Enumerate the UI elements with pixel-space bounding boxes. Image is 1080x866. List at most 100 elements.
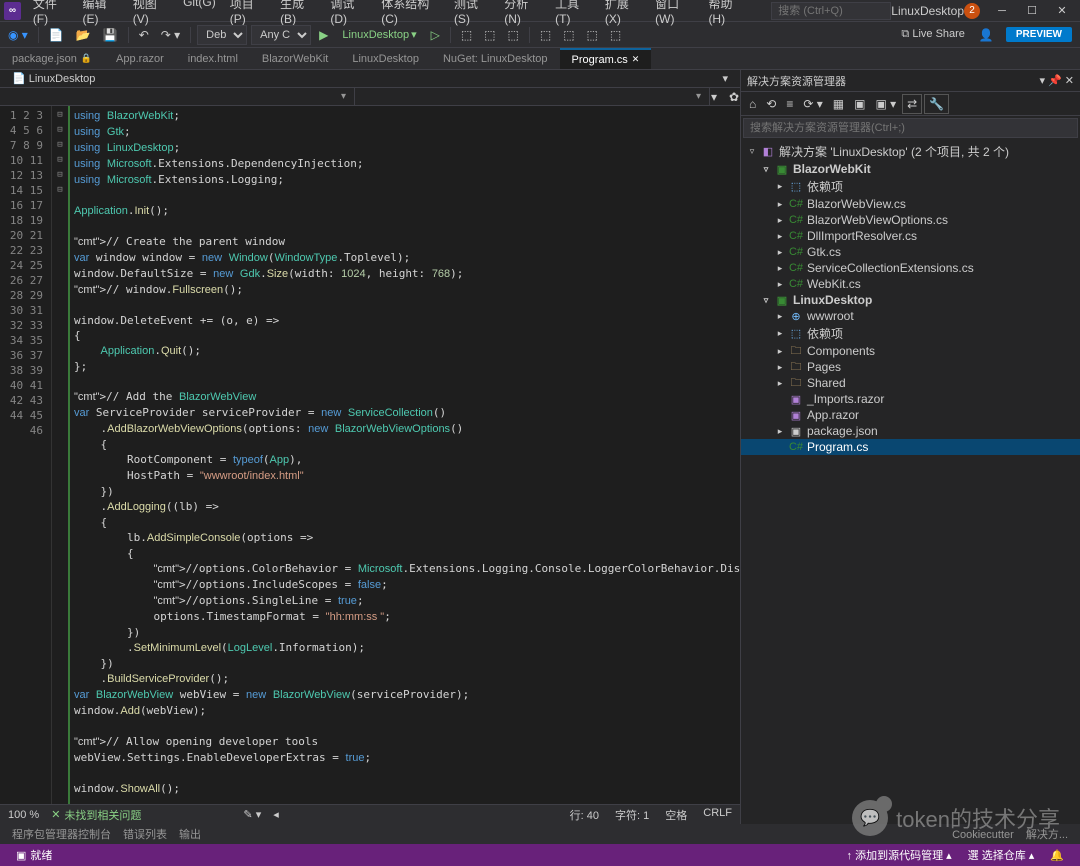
tool-icon[interactable]: ⬚ [457,26,476,44]
fold-margin[interactable]: ⊟ ⊟ ⊟ ⊟ ⊟ ⊟ [52,106,68,804]
tree-item[interactable]: ▸⬚依赖项 [741,324,1080,343]
tree-item[interactable]: ▿▣LinuxDesktop [741,292,1080,308]
preview-button[interactable]: PREVIEW [1006,27,1072,42]
run-icon[interactable]: ▶ [315,26,332,44]
tree-item[interactable]: ▸⬚依赖项 [741,177,1080,196]
tree-item[interactable]: ▸C#ServiceCollectionExtensions.cs [741,260,1080,276]
bottom-tab[interactable]: 解决方... [1020,828,1074,842]
tree-item[interactable]: ▸C#Gtk.cs [741,244,1080,260]
redo-icon[interactable]: ↷ ▾ [157,26,184,44]
menu-item[interactable]: 窗口(W) [649,0,700,28]
notifications-icon[interactable]: 🔔 [1042,847,1072,863]
run-button[interactable]: LinuxDesktop ▾ [336,26,422,43]
split-icon[interactable]: ▾ [707,88,721,106]
menu-item[interactable]: 帮助(H) [702,0,751,28]
menu-item[interactable]: 视图(V) [127,0,175,28]
open-icon[interactable]: 📂 [72,26,95,44]
editor-tabs: package.json 🔒App.razorindex.htmlBlazorW… [0,48,1080,70]
tree-item[interactable]: ▸C#BlazorWebView.cs [741,196,1080,212]
tree-item[interactable]: ▸C#WebKit.cs [741,276,1080,292]
tree-item[interactable]: ▣_Imports.razor [741,391,1080,407]
notification-badge[interactable]: 2 [964,3,980,19]
repo-select-button[interactable]: 選 选择仓库 ▴ [960,847,1043,863]
tree-item[interactable]: ▸⊕wwwroot [741,308,1080,324]
menu-item[interactable]: 扩展(X) [599,0,647,28]
nav-member-select[interactable]: ▾ [355,88,710,105]
editor-tab[interactable]: Program.cs ✕ [560,48,652,69]
tool-icon[interactable]: ⬚ [583,26,602,44]
tree-item[interactable]: ▸C#DllImportResolver.cs [741,228,1080,244]
menu-item[interactable]: 调试(D) [324,0,373,28]
tool-icon[interactable]: ⬚ [559,26,578,44]
whitespace-mode[interactable]: 空格 [665,807,687,823]
eol-mode[interactable]: CRLF [703,807,732,823]
cursor-line[interactable]: 行: 40 [570,807,599,823]
cursor-col[interactable]: 字符: 1 [615,807,649,823]
undo-icon[interactable]: ↶ [135,26,153,44]
tree-item[interactable]: ▿▣BlazorWebKit [741,161,1080,177]
back-button[interactable]: ◉ ▾ [4,26,32,44]
code-editor[interactable]: using BlazorWebKit; using Gtk; using Lin… [68,106,740,804]
tree-item[interactable]: ▸▣package.json [741,423,1080,439]
tree-item[interactable]: ▸C#BlazorWebViewOptions.cs [741,212,1080,228]
bottom-tab[interactable]: Cookiecutter [946,828,1020,842]
bottom-tab[interactable]: 程序包管理器控制台 [6,828,117,842]
nav-scope-select[interactable]: ▾ [0,88,355,105]
platform-select[interactable]: Any CPU [251,25,311,45]
editor-tab[interactable]: LinuxDesktop [340,48,431,69]
refresh-icon[interactable]: ⟳ ▾ [799,95,826,113]
collapse-icon[interactable]: ≡ [782,95,797,113]
showall-icon[interactable]: ▦ [829,95,848,113]
menu-item[interactable]: 工具(T) [549,0,597,28]
tree-item[interactable]: ▸🗀Shared [741,375,1080,391]
bottom-tab[interactable]: 错误列表 [117,828,173,842]
maximize-button[interactable]: ☐ [1018,2,1046,20]
sync-icon[interactable]: ⟲ [762,95,780,113]
menu-item[interactable]: 测试(S) [448,0,496,28]
tool-icon[interactable]: ▣ [850,95,869,113]
zoom-level[interactable]: 100 % [8,809,39,821]
project-subtab[interactable]: 📄 LinuxDesktop [6,71,101,86]
wrench-icon[interactable]: 🔧 [924,94,949,114]
user-icon[interactable]: 👤 [975,26,998,44]
menu-item[interactable]: 编辑(E) [77,0,125,28]
project-title: LinuxDesktop [891,4,964,18]
source-control-button[interactable]: ↑ 添加到源代码管理 ▴ [839,847,960,863]
tree-item[interactable]: C#Program.cs [741,439,1080,455]
tool-icon[interactable]: ⬚ [606,26,625,44]
tree-item[interactable]: ▿◧解决方案 'LinuxDesktop' (2 个项目, 共 2 个) [741,142,1080,161]
save-icon[interactable]: 💾 [99,26,122,44]
editor-tab[interactable]: package.json 🔒 [0,48,104,69]
editor-status-row: 100 % ✕ 未找到相关问题 ✎ ▾ ◂ 行: 40 字符: 1 空格 CRL… [0,804,740,824]
editor-tab[interactable]: NuGet: LinuxDesktop [431,48,560,69]
solution-tree[interactable]: ▿◧解决方案 'LinuxDesktop' (2 个项目, 共 2 个)▿▣Bl… [741,140,1080,824]
run-noattach-icon[interactable]: ▷ [427,26,444,44]
config-select[interactable]: Debug [197,25,247,45]
view-switch-icon[interactable]: ⇄ [902,94,922,114]
live-share-button[interactable]: ⧉ Live Share [895,26,971,43]
tool-icon[interactable]: ▣ ▾ [871,95,900,113]
minimize-button[interactable]: ─ [988,2,1016,20]
close-button[interactable]: ✕ [1048,2,1076,20]
menu-item[interactable]: 体系结构(C) [375,0,446,28]
tool-icon[interactable]: ⬚ [504,26,523,44]
global-search-input[interactable] [771,2,891,20]
line-gutter: 1 2 3 4 5 6 7 8 9 10 11 12 13 14 15 16 1… [0,106,52,804]
home-icon[interactable]: ⌂ [745,95,760,113]
tool-icon[interactable]: ⬚ [536,26,555,44]
tool-icon[interactable]: ⬚ [480,26,499,44]
solution-search-input[interactable] [743,118,1078,138]
editor-tab[interactable]: App.razor [104,48,176,69]
issues-status[interactable]: ✕ 未找到相关问题 [51,807,141,823]
subtab-dropdown-icon[interactable]: ▾ [716,71,734,86]
editor-tab[interactable]: BlazorWebKit [250,48,340,69]
editor-tab[interactable]: index.html [176,48,250,69]
new-file-icon[interactable]: 📄 [45,26,68,44]
nav-breadcrumb: ▾ ▾ ▾ ✿ [0,88,740,106]
bottom-tab[interactable]: 输出 [173,828,207,842]
menu-item[interactable]: 分析(N) [498,0,547,28]
menu-item[interactable]: 文件(F) [27,0,75,28]
statusbar: ▣ 就绪 ↑ 添加到源代码管理 ▴ 選 选择仓库 ▴ 🔔 [0,844,1080,866]
tree-item[interactable]: ▣App.razor [741,407,1080,423]
solution-explorer-toolbar: ⌂ ⟲ ≡ ⟳ ▾ ▦ ▣ ▣ ▾ ⇄ 🔧 [741,92,1080,116]
